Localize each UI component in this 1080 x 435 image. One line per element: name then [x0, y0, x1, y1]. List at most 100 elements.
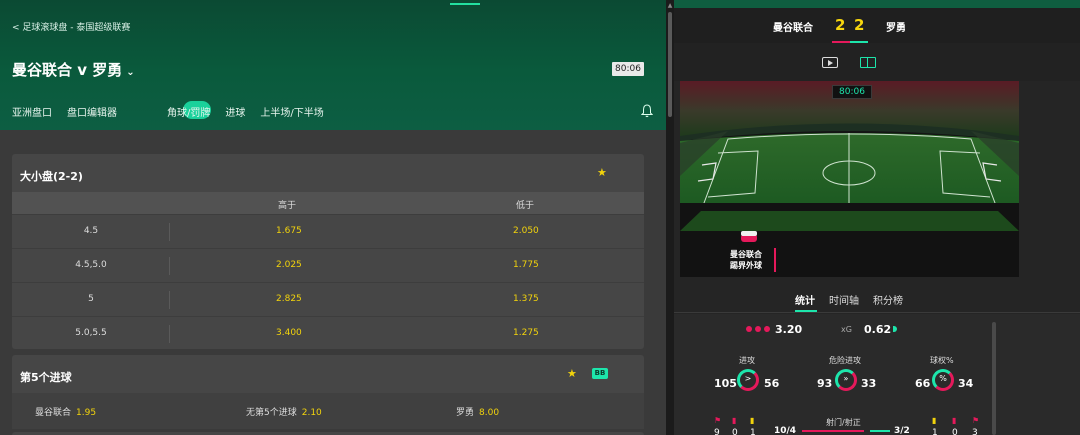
stat-away: 34 — [958, 377, 974, 390]
stats-scrollbar[interactable] — [992, 322, 996, 435]
odds-row: 5.0,5.5 3.400 1.275 — [12, 316, 644, 350]
divider — [169, 257, 170, 275]
match-stats: 3.20 xG 0.62 进攻 105 > 56 危险进攻 93 » 33 球权… — [674, 314, 1080, 435]
home-score: 2 — [835, 16, 846, 34]
odds-value: 8.00 — [479, 408, 500, 418]
away-score: 2 — [854, 16, 865, 34]
red-card-icon: ▮ — [732, 416, 737, 425]
scoreboard: 曼谷联合 2 2 罗勇 — [674, 8, 1080, 43]
tab-timeline[interactable]: 时间轴 — [829, 292, 859, 307]
markets-scrollbar[interactable]: ▲ — [666, 0, 674, 435]
divider — [169, 291, 170, 309]
event-marker — [774, 248, 776, 272]
option-away[interactable]: 罗勇 8.00 — [456, 405, 499, 418]
over-odds[interactable]: 2.825 — [276, 294, 302, 304]
match-clock: 80:06 — [612, 62, 644, 76]
option-home[interactable]: 曼谷联合 1.95 — [35, 405, 96, 418]
under-odds[interactable]: 1.775 — [513, 260, 539, 270]
shots-bar-away — [870, 430, 890, 432]
home-red-cards: 0 — [732, 428, 738, 435]
tab-stats[interactable]: 统计 — [795, 292, 815, 307]
stats-tabs: 统计 时间轴 积分榜 — [674, 283, 1080, 313]
event-description: 踢界外球 — [730, 261, 762, 270]
totals-column-header: 高于 低于 — [12, 192, 644, 214]
over-odds[interactable]: 3.400 — [276, 328, 302, 338]
stat-label: 危险进攻 — [829, 356, 861, 365]
market-tabs: 亚洲盘口 盘口编辑器 角球/罚牌 进球 上半场/下半场 — [12, 101, 339, 120]
under-header: 低于 — [516, 201, 535, 211]
line-label: 4.5,5.0 — [75, 260, 107, 270]
odds-row: 4.5 1.675 2.050 — [12, 214, 644, 248]
red-card-icon: ▮ — [952, 416, 957, 425]
odds-row: 5 2.825 1.375 — [12, 282, 644, 316]
bell-icon[interactable] — [641, 104, 653, 118]
divider — [169, 223, 170, 241]
odds-value: 2.10 — [301, 408, 322, 418]
pitch-icon[interactable] — [860, 57, 876, 68]
bet-builder-badge: BB — [592, 368, 608, 379]
scroll-up-icon[interactable]: ▲ — [666, 2, 674, 9]
yellow-card-icon: ▮ — [750, 416, 755, 425]
totals-market-title[interactable]: 大小盘(2-2) — [20, 168, 83, 184]
live-pitch: 80:06 曼谷联合 踢界外球 — [680, 81, 1019, 277]
event-team: 曼谷联合 — [730, 250, 762, 259]
star-icon[interactable]: ★ — [567, 367, 577, 380]
xg-home: 3.20 — [775, 323, 803, 336]
scrollbar-thumb[interactable] — [668, 12, 672, 117]
odds-row: 4.5,5.0 2.025 1.775 — [12, 248, 644, 282]
xg-dot — [755, 326, 761, 332]
over-odds[interactable]: 1.675 — [276, 226, 302, 236]
top-strip — [674, 0, 1080, 8]
shots-away: 3/2 — [894, 426, 910, 435]
tab-goals[interactable]: 进球 — [225, 104, 245, 120]
match-header: < 足球滚球盘 - 泰国超级联赛 曼谷联合 v 罗勇 ⌄ 80:06 亚洲盘口 盘… — [0, 0, 666, 130]
home-yellow-cards: 1 — [750, 428, 756, 435]
app-root: < 足球滚球盘 - 泰国超级联赛 曼谷联合 v 罗勇 ⌄ 80:06 亚洲盘口 盘… — [0, 0, 1080, 435]
under-odds[interactable]: 2.050 — [513, 226, 539, 236]
xg-dot — [764, 326, 770, 332]
header-indicator — [450, 3, 480, 5]
event-label: 曼谷联合 踢界外球 — [730, 249, 762, 271]
tab-halves[interactable]: 上半场/下半场 — [260, 104, 323, 120]
breadcrumb[interactable]: < 足球滚球盘 - 泰国超级联赛 — [12, 20, 130, 33]
match-live-panel: □ 曼谷联合 2 2 罗勇 — [674, 0, 1080, 435]
stat-away: 56 — [764, 377, 780, 390]
home-team-name: 曼谷联合 — [773, 23, 813, 34]
fifth-goal-options: 曼谷联合 1.95 无第5个进球 2.10 罗勇 8.00 — [12, 393, 644, 429]
dangerous-attack-ring-icon: » — [835, 369, 857, 391]
totals-market: 大小盘(2-2) ★ 高于 低于 4.5 1.675 2.050 4.5,5.0… — [12, 154, 644, 349]
active-tab-underline — [795, 310, 817, 312]
under-odds[interactable]: 1.375 — [513, 294, 539, 304]
divider — [169, 325, 170, 343]
xg-dot-away — [893, 326, 897, 332]
odds-value: 1.95 — [76, 408, 97, 418]
stat-home: 105 — [714, 377, 737, 390]
chevron-down-icon: ⌄ — [126, 67, 135, 78]
line-label: 5 — [88, 294, 94, 304]
over-odds[interactable]: 2.025 — [276, 260, 302, 270]
away-team-name: 罗勇 — [886, 23, 906, 34]
view-mode-switch — [674, 43, 1080, 81]
under-odds[interactable]: 1.275 — [513, 328, 539, 338]
tab-standings[interactable]: 积分榜 — [873, 292, 903, 307]
match-title-text: 曼谷联合 v 罗勇 — [12, 61, 123, 79]
tab-corners-cards[interactable]: 角球/罚牌 — [167, 101, 211, 120]
away-yellow-cards: 1 — [932, 428, 938, 435]
tab-hidden[interactable] — [132, 104, 152, 120]
fifth-goal-header[interactable]: 第5个进球 ★ BB — [12, 355, 644, 393]
attack-ring-icon: > — [737, 369, 759, 391]
video-icon[interactable] — [822, 57, 838, 68]
xg-away: 0.62 — [864, 323, 892, 336]
away-corners: 3 — [972, 428, 978, 435]
stat-label: 进攻 — [739, 356, 755, 365]
pitch-clock: 80:06 — [832, 85, 872, 99]
corner-flag-icon: ⚑ — [714, 416, 722, 425]
match-title[interactable]: 曼谷联合 v 罗勇 ⌄ — [12, 59, 135, 80]
shots-label: 射门/射正 — [826, 418, 861, 427]
option-no-goal[interactable]: 无第5个进球 2.10 — [246, 405, 322, 418]
stat-home: 93 — [817, 377, 833, 390]
tab-bet-builder[interactable]: 盘口编辑器 — [67, 104, 117, 120]
star-icon[interactable]: ★ — [597, 166, 607, 179]
tab-asian-handicap[interactable]: 亚洲盘口 — [12, 104, 52, 120]
fifth-goal-market: 第5个进球 ★ BB 曼谷联合 1.95 无第5个进球 2.10 罗勇 8.00 — [12, 355, 644, 429]
